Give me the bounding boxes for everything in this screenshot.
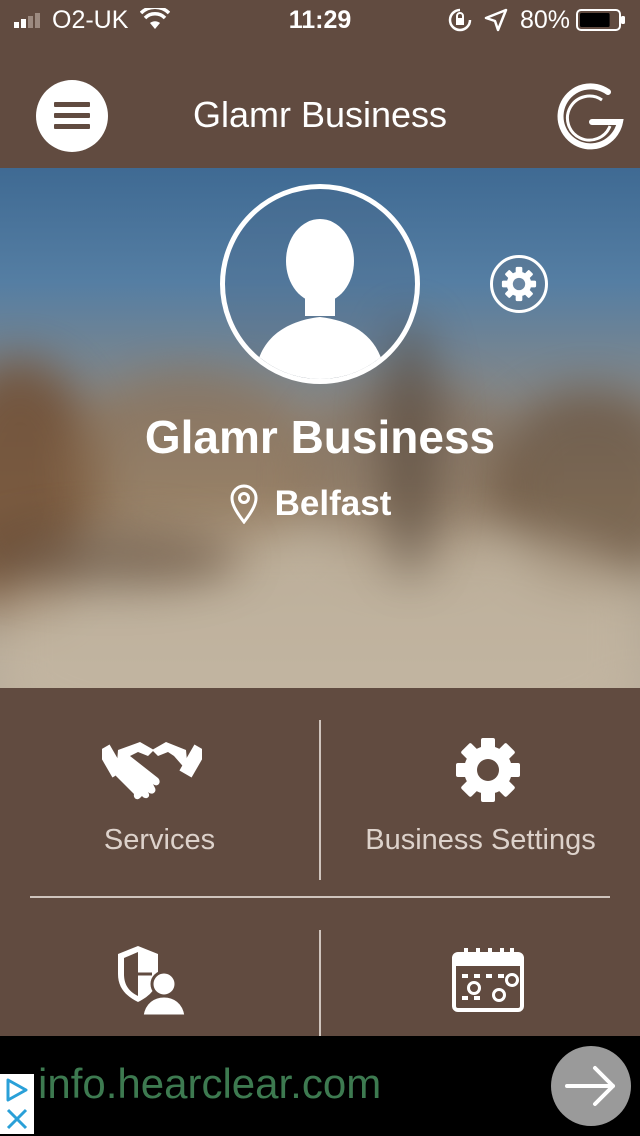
ad-open-button[interactable] <box>551 1046 631 1126</box>
glamr-logo[interactable] <box>552 78 626 152</box>
navigation-bar: Glamr Business <box>0 40 640 168</box>
location-row: Belfast <box>0 484 640 524</box>
battery-icon <box>576 9 625 31</box>
profile-name: Glamr Business <box>144 411 496 463</box>
business-settings-tile[interactable]: Business Settings <box>321 700 640 896</box>
location-text: Belfast <box>274 484 392 523</box>
admin-tile[interactable] <box>0 898 319 1036</box>
ad-choices-icon[interactable] <box>0 1074 34 1134</box>
business-settings-label: Business Settings <box>365 824 596 856</box>
services-tile[interactable]: Services <box>0 700 319 896</box>
nav-title: Glamr Business <box>192 94 448 135</box>
location-arrow-icon <box>484 8 508 32</box>
services-label: Services <box>103 824 216 856</box>
ad-banner[interactable]: info.hearclear.com <box>0 1036 640 1136</box>
avatar-placeholder-icon <box>255 219 385 379</box>
calendar-icon <box>452 948 524 1012</box>
handshake-icon <box>102 742 202 800</box>
orientation-lock-icon <box>448 8 472 32</box>
admin-shield-icon <box>118 946 188 1016</box>
map-pin-icon <box>230 484 258 524</box>
calendar-tile[interactable] <box>321 898 640 1036</box>
ad-text[interactable]: info.hearclear.com <box>38 1060 381 1108</box>
profile-settings-button[interactable] <box>490 255 548 313</box>
status-bar: O2-UK 11:29 80% <box>0 0 640 40</box>
gear-icon <box>456 738 520 802</box>
avatar[interactable] <box>220 184 420 384</box>
gear-icon <box>501 266 537 302</box>
battery-percent: 80% <box>520 6 571 34</box>
arrow-right-icon <box>565 1066 615 1106</box>
